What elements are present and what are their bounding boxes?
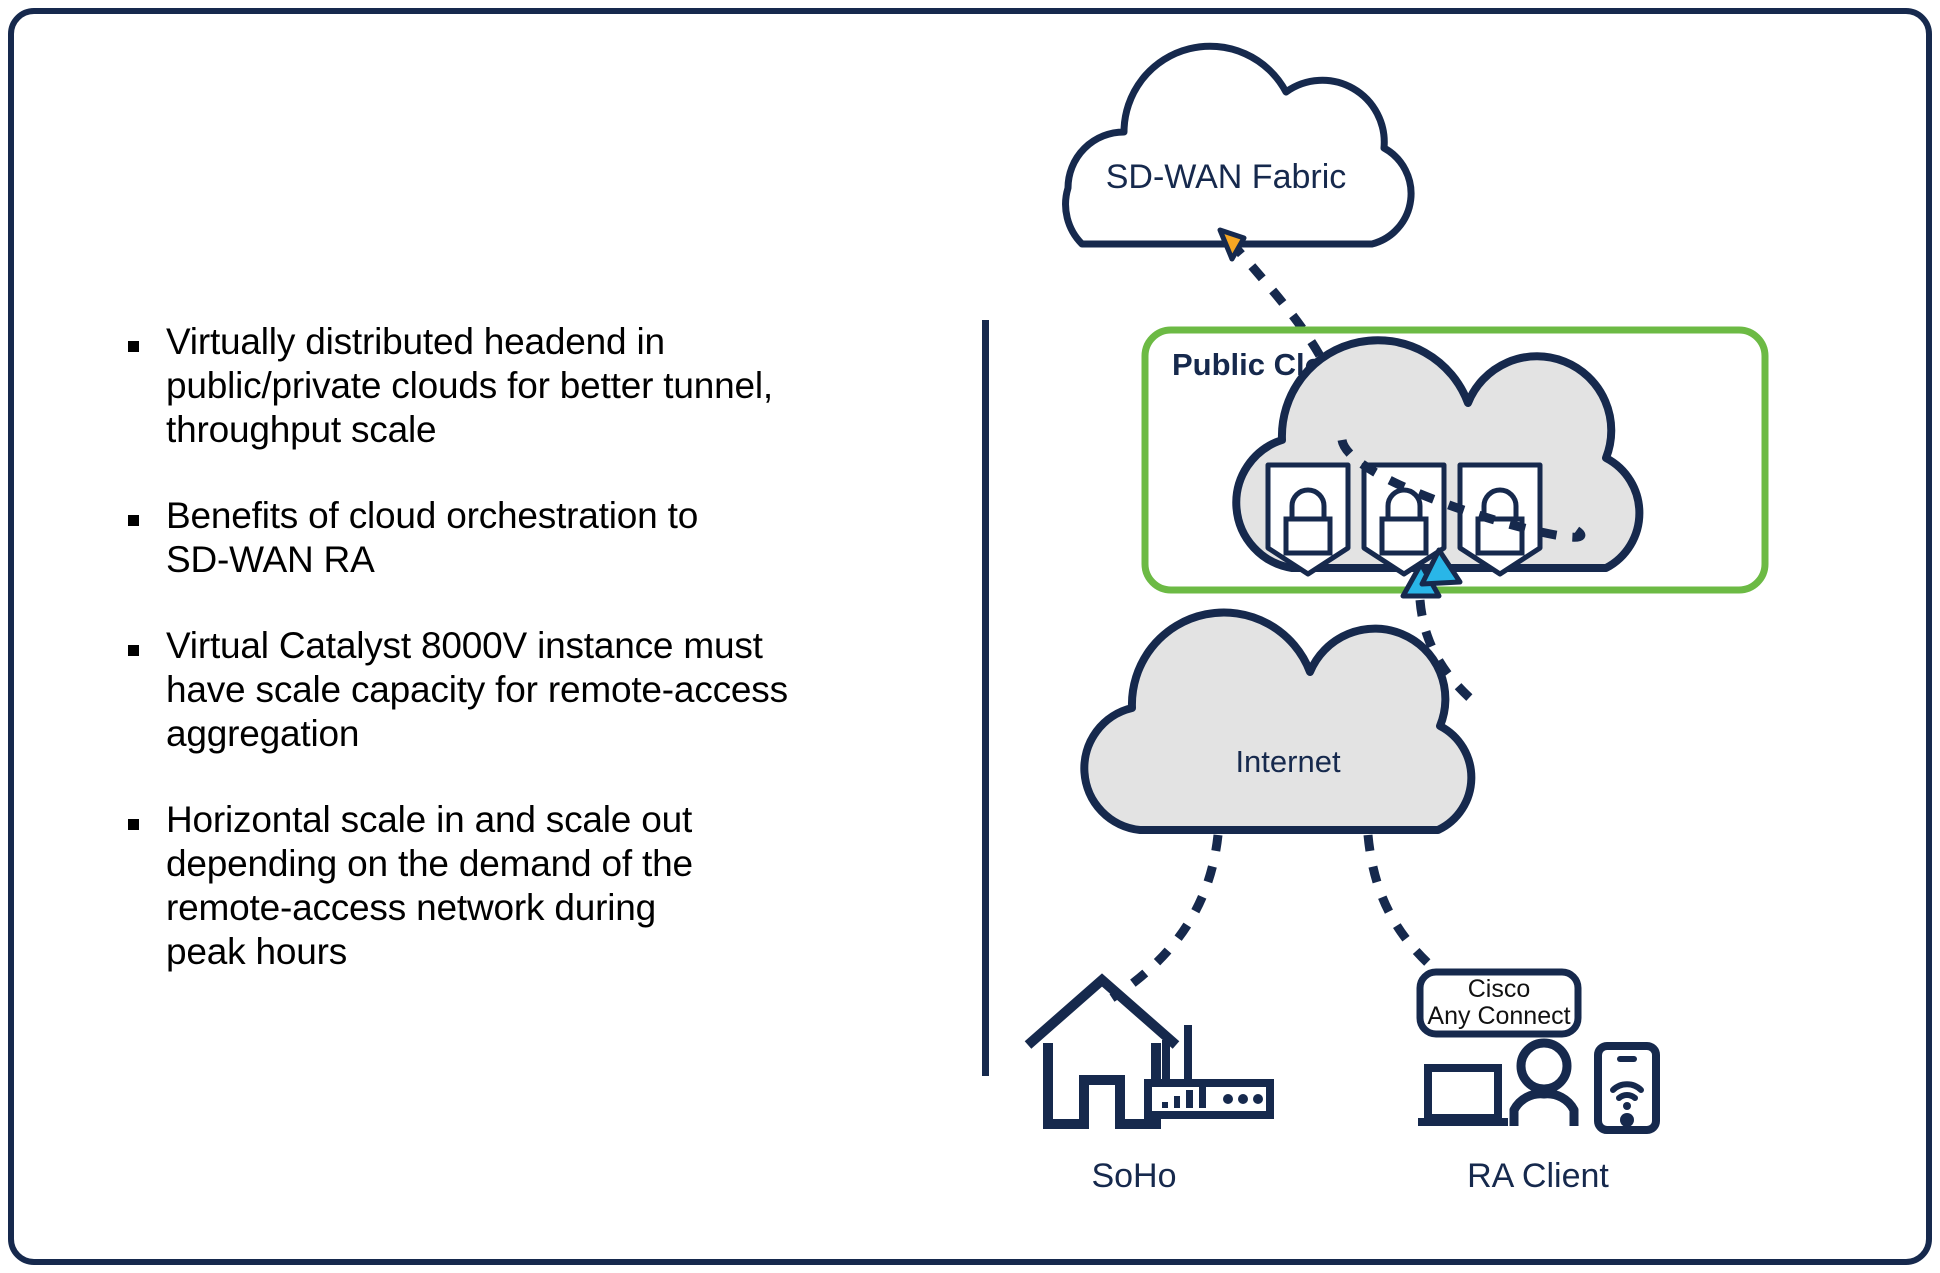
bullet-text: Horizontal scale in and scale out depend… bbox=[166, 799, 693, 973]
sdwan-fabric-label: SD-WAN Fabric bbox=[1106, 158, 1347, 196]
lock-shield-icon bbox=[1457, 462, 1543, 577]
lock-shield-icon bbox=[1361, 462, 1447, 577]
slide-root: Virtually distributed headend in public/… bbox=[0, 0, 1940, 1273]
connector-raclient-to-internet bbox=[1363, 834, 1443, 978]
list-item: Benefits of cloud orchestration to SD-WA… bbox=[128, 494, 928, 582]
bullet-list: Virtually distributed headend in public/… bbox=[128, 320, 928, 974]
internet-cloud bbox=[1080, 608, 1476, 834]
bullet-square-icon bbox=[128, 515, 139, 527]
vertical-divider bbox=[982, 320, 989, 1076]
list-item: Virtually distributed headend in public/… bbox=[128, 320, 928, 452]
internet-label: Internet bbox=[1235, 744, 1341, 779]
person-icon bbox=[1509, 1038, 1579, 1126]
ra-client-node bbox=[1418, 1038, 1660, 1134]
sdwan-fabric-cloud bbox=[1062, 42, 1415, 248]
anyconnect-line1: Cisco bbox=[1468, 975, 1531, 1003]
anyconnect-badge: Cisco Any Connect bbox=[1416, 968, 1582, 1038]
soho-label: SoHo bbox=[1091, 1157, 1176, 1195]
laptop-icon bbox=[1418, 1064, 1508, 1126]
bullet-text: Benefits of cloud orchestration to SD-WA… bbox=[166, 495, 699, 581]
soho-node bbox=[1024, 973, 1274, 1129]
bullet-text: Virtually distributed headend in public/… bbox=[166, 321, 773, 451]
anyconnect-line2: Any Connect bbox=[1427, 1002, 1570, 1030]
bullet-square-icon bbox=[128, 645, 139, 657]
lock-shield-icon bbox=[1265, 462, 1351, 577]
ra-client-label: RA Client bbox=[1467, 1157, 1609, 1195]
connector-soho-to-internet bbox=[1109, 834, 1223, 1002]
list-item: Virtual Catalyst 8000V instance must hav… bbox=[128, 624, 928, 756]
network-diagram: SD-WAN Fabric Public Cloud Internet SoHo… bbox=[1020, 40, 1900, 1220]
bullet-square-icon bbox=[128, 341, 139, 352]
bullet-text: Virtual Catalyst 8000V instance must hav… bbox=[166, 625, 788, 755]
bullet-square-icon bbox=[128, 819, 139, 831]
list-item: Horizontal scale in and scale out depend… bbox=[128, 798, 928, 974]
phone-wifi-icon bbox=[1594, 1042, 1660, 1134]
